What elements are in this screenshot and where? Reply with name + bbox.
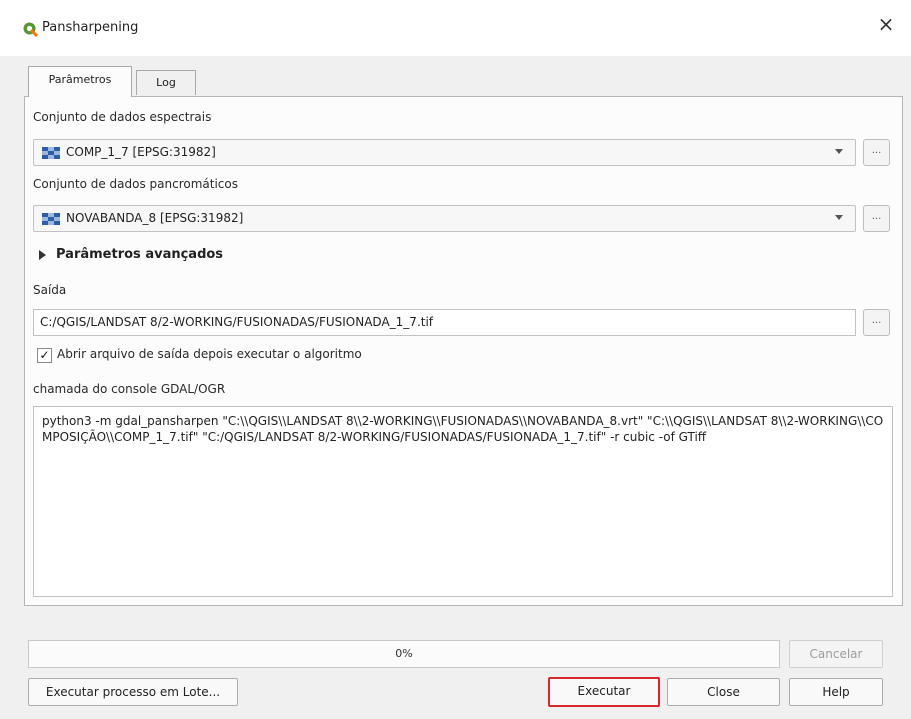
progress-text: 0% xyxy=(395,647,413,660)
spectral-dataset-value: COMP_1_7 [EPSG:31982] xyxy=(66,145,216,159)
close-button[interactable]: Close xyxy=(667,678,780,706)
panchromatic-dataset-value: NOVABANDA_8 [EPSG:31982] xyxy=(66,211,244,225)
tab-log[interactable]: Log xyxy=(136,70,196,95)
chevron-down-icon xyxy=(835,149,843,154)
raster-layer-icon xyxy=(42,213,60,225)
spectral-dataset-label: Conjunto de dados espectrais xyxy=(33,110,212,124)
spectral-dataset-select[interactable]: COMP_1_7 [EPSG:31982] xyxy=(33,139,856,166)
panchromatic-browse-button[interactable]: ... xyxy=(863,205,890,232)
help-button[interactable]: Help xyxy=(789,678,883,706)
batch-process-button[interactable]: Executar processo em Lote... xyxy=(28,678,238,706)
progress-bar: 0% xyxy=(28,640,780,668)
cancel-button[interactable]: Cancelar xyxy=(789,640,883,668)
spectral-browse-button[interactable]: ... xyxy=(863,139,890,166)
open-output-checkbox[interactable]: ✓ xyxy=(37,348,52,363)
output-label: Saída xyxy=(33,283,67,297)
open-output-label: Abrir arquivo de saída depois executar o… xyxy=(57,347,362,361)
output-path-value: C:/QGIS/LANDSAT 8/2-WORKING/FUSIONADAS/F… xyxy=(40,315,434,329)
close-window-button[interactable]: × xyxy=(875,14,897,36)
parameters-panel: Conjunto de dados espectrais COMP_1_7 [E… xyxy=(24,96,903,606)
advanced-parameters-label: Parâmetros avançados xyxy=(56,247,224,262)
raster-layer-icon xyxy=(42,147,60,159)
window-title: Pansharpening xyxy=(42,20,139,35)
title-bar: Pansharpening × xyxy=(0,0,911,56)
output-path-field[interactable]: C:/QGIS/LANDSAT 8/2-WORKING/FUSIONADAS/F… xyxy=(33,309,856,336)
run-button[interactable]: Executar xyxy=(548,677,660,707)
tab-parametros[interactable]: Parâmetros xyxy=(28,66,132,97)
output-browse-button[interactable]: ... xyxy=(863,309,890,336)
expand-arrow-icon xyxy=(39,249,46,260)
chevron-down-icon xyxy=(835,215,843,220)
qgis-logo-icon xyxy=(23,22,38,37)
advanced-parameters-toggle[interactable]: Parâmetros avançados xyxy=(39,247,223,262)
console-call-label: chamada do console GDAL/OGR xyxy=(33,382,226,396)
panchromatic-dataset-label: Conjunto de dados pancromáticos xyxy=(33,177,239,191)
panchromatic-dataset-select[interactable]: NOVABANDA_8 [EPSG:31982] xyxy=(33,205,856,232)
console-command-text[interactable]: python3 -m gdal_pansharpen "C:\\QGIS\\LA… xyxy=(33,406,893,597)
